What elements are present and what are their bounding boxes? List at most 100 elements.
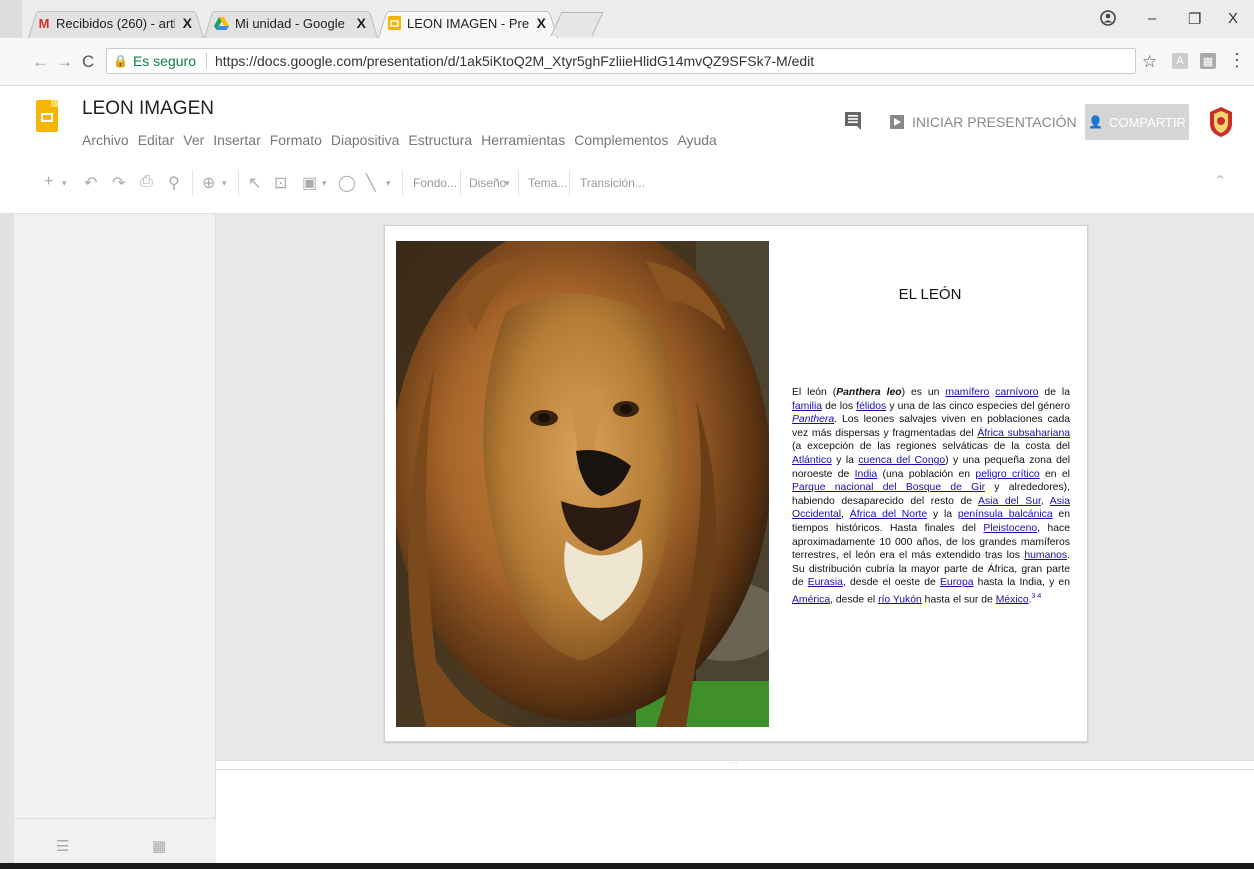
minimize-button[interactable]: – bbox=[1148, 10, 1156, 27]
menu-ayuda[interactable]: Ayuda bbox=[677, 132, 716, 148]
menu-kebab-icon[interactable]: ⋮ bbox=[1228, 50, 1246, 71]
address-bar[interactable]: 🔒 Es seguro https://docs.google.com/pres… bbox=[106, 48, 1136, 74]
link-humanos[interactable]: humanos bbox=[1024, 550, 1067, 561]
menu-complementos[interactable]: Complementos bbox=[574, 132, 668, 148]
menu-editar[interactable]: Editar bbox=[138, 132, 175, 148]
restore-button[interactable]: ❐ bbox=[1188, 10, 1201, 28]
forward-arrow-icon[interactable]: → bbox=[56, 52, 73, 72]
link-bosque-gir[interactable]: Parque nacional del Bosque de Gir bbox=[792, 482, 985, 493]
link-eurasia[interactable]: Eurasia bbox=[808, 577, 843, 588]
body-text: en el bbox=[1039, 468, 1070, 480]
link-africa-subsahariana[interactable]: África subsahariana bbox=[977, 428, 1070, 439]
shape-icon[interactable]: ◯ bbox=[338, 173, 356, 193]
share-label: COMPARTIR bbox=[1109, 114, 1186, 130]
reference-superscript[interactable]: 3 4 bbox=[1032, 593, 1042, 600]
link-pleistoceno[interactable]: Pleistoceno bbox=[983, 523, 1037, 534]
transition-button[interactable]: Transición... bbox=[580, 176, 645, 190]
link-asia-sur[interactable]: Asia del Sur bbox=[978, 496, 1041, 507]
redo-icon[interactable]: ↷ bbox=[112, 173, 125, 193]
grid-view-icon[interactable]: ▦ bbox=[152, 837, 166, 855]
link-peninsula-balcanica[interactable]: península balcánica bbox=[958, 509, 1053, 520]
extension-icon[interactable]: ▦ bbox=[1200, 53, 1216, 69]
person-icon: 👤 bbox=[1088, 115, 1104, 129]
document-title[interactable]: LEON IMAGEN bbox=[82, 98, 214, 120]
menu-herramientas[interactable]: Herramientas bbox=[481, 132, 565, 148]
tab-gmail[interactable]: M Recibidos (260) - arthur3( X bbox=[28, 8, 204, 38]
list-view-icon[interactable]: ☰ bbox=[56, 837, 69, 855]
present-button[interactable]: INICIAR PRESENTACIÓN ▼ bbox=[890, 114, 1103, 130]
profile-icon[interactable] bbox=[1100, 10, 1116, 30]
menu-diapositiva[interactable]: Diapositiva bbox=[331, 132, 399, 148]
collapse-chevron-icon[interactable]: ⌃ bbox=[1214, 172, 1227, 190]
chevron-down-icon[interactable]: ▾ bbox=[222, 178, 227, 189]
link-mamifero[interactable]: mamífero bbox=[945, 387, 989, 398]
theme-button[interactable]: Tema... bbox=[528, 176, 567, 190]
gmail-icon: M bbox=[38, 15, 50, 31]
editor-toolbar: + ▾ ↶ ↷ ⎙ ⚲ ⊕ ▾ ↖ ⊡ ▣ ▾ ◯ ╲ ▾ Fondo... D… bbox=[0, 156, 1254, 214]
link-cuenca-congo[interactable]: cuenca del Congo bbox=[858, 455, 945, 466]
slides-logo-icon[interactable] bbox=[36, 100, 58, 132]
image-icon[interactable]: ▣ bbox=[302, 173, 317, 193]
tab-title: Recibidos (260) - arthur3( bbox=[56, 15, 175, 31]
body-text: , bbox=[841, 509, 850, 521]
tab-slides[interactable]: LEON IMAGEN - Presenta X bbox=[378, 8, 558, 38]
slide[interactable]: EL LEÓN El león (Panthera leo) es un mam… bbox=[384, 225, 1088, 742]
speaker-notes-area[interactable] bbox=[216, 770, 1254, 865]
notes-resize-handle[interactable]: ··· bbox=[216, 758, 1254, 770]
slide-body-text[interactable]: El león (Panthera leo) es un mamífero ca… bbox=[792, 386, 1070, 607]
paint-format-icon[interactable]: ⚲ bbox=[168, 173, 180, 193]
chevron-down-icon[interactable]: ▾ bbox=[505, 178, 510, 189]
link-mexico[interactable]: México bbox=[996, 594, 1029, 605]
reload-icon[interactable]: C bbox=[82, 52, 94, 72]
link-familia[interactable]: familia bbox=[792, 401, 822, 412]
close-tab-icon[interactable]: X bbox=[183, 15, 192, 31]
new-slide-icon[interactable]: + bbox=[44, 173, 53, 191]
menu-formato[interactable]: Formato bbox=[270, 132, 322, 148]
divider bbox=[402, 170, 403, 196]
link-panthera[interactable]: Panthera bbox=[792, 414, 834, 425]
slide-title[interactable]: EL LEÓN bbox=[865, 286, 995, 303]
comments-icon[interactable] bbox=[845, 112, 861, 135]
menu-ver[interactable]: Ver bbox=[183, 132, 204, 148]
menu-bar: Archivo Editar Ver Insertar Formato Diap… bbox=[82, 132, 726, 148]
link-peligro-critico[interactable]: peligro crítico bbox=[975, 469, 1039, 480]
menu-insertar[interactable]: Insertar bbox=[213, 132, 260, 148]
chevron-down-icon[interactable]: ▾ bbox=[62, 178, 67, 189]
print-icon[interactable]: ⎙ bbox=[140, 173, 153, 191]
close-tab-icon[interactable]: X bbox=[357, 15, 366, 31]
layout-button[interactable]: Diseño bbox=[469, 176, 506, 190]
link-atlantico[interactable]: Atlántico bbox=[792, 455, 832, 466]
zoom-icon[interactable]: ⊕ bbox=[202, 173, 215, 193]
menu-archivo[interactable]: Archivo bbox=[82, 132, 129, 148]
select-arrow-icon[interactable]: ↖ bbox=[248, 173, 261, 193]
undo-icon[interactable]: ↶ bbox=[84, 173, 97, 193]
back-arrow-icon[interactable]: ← bbox=[32, 52, 49, 72]
close-window-button[interactable]: X bbox=[1228, 10, 1238, 27]
bookmark-star-icon[interactable]: ☆ bbox=[1142, 52, 1157, 72]
body-text: y la bbox=[927, 509, 958, 521]
close-tab-icon[interactable]: X bbox=[537, 15, 546, 31]
link-india[interactable]: India bbox=[855, 469, 878, 480]
share-button[interactable]: 👤 COMPARTIR bbox=[1085, 104, 1189, 140]
avatar[interactable] bbox=[1208, 106, 1234, 138]
link-felidos[interactable]: félidos bbox=[856, 401, 886, 412]
os-taskbar bbox=[0, 863, 1254, 869]
link-europa[interactable]: Europa bbox=[940, 577, 974, 588]
link-africa-norte[interactable]: África del Norte bbox=[850, 509, 927, 520]
chevron-down-icon[interactable]: ▾ bbox=[322, 178, 327, 189]
body-text: ) es un bbox=[901, 387, 946, 398]
tab-drive[interactable]: Mi unidad - Google Drive X bbox=[204, 8, 378, 38]
line-icon[interactable]: ╲ bbox=[366, 173, 376, 193]
link-rio-yukon[interactable]: río Yukón bbox=[878, 594, 922, 605]
menu-estructura[interactable]: Estructura bbox=[408, 132, 472, 148]
url-text[interactable]: https://docs.google.com/presentation/d/1… bbox=[215, 53, 814, 69]
background-button[interactable]: Fondo... bbox=[413, 176, 457, 190]
new-tab-button[interactable] bbox=[550, 12, 604, 36]
link-carnivoro[interactable]: carnívoro bbox=[995, 387, 1038, 398]
chevron-down-icon[interactable]: ▾ bbox=[386, 178, 391, 189]
link-america[interactable]: América bbox=[792, 594, 830, 605]
lion-image[interactable] bbox=[396, 241, 769, 727]
extension-a-icon[interactable]: A bbox=[1172, 53, 1188, 69]
filmstrip-view-controls: ☰ ▦ bbox=[14, 818, 216, 869]
text-box-icon[interactable]: ⊡ bbox=[274, 173, 287, 193]
